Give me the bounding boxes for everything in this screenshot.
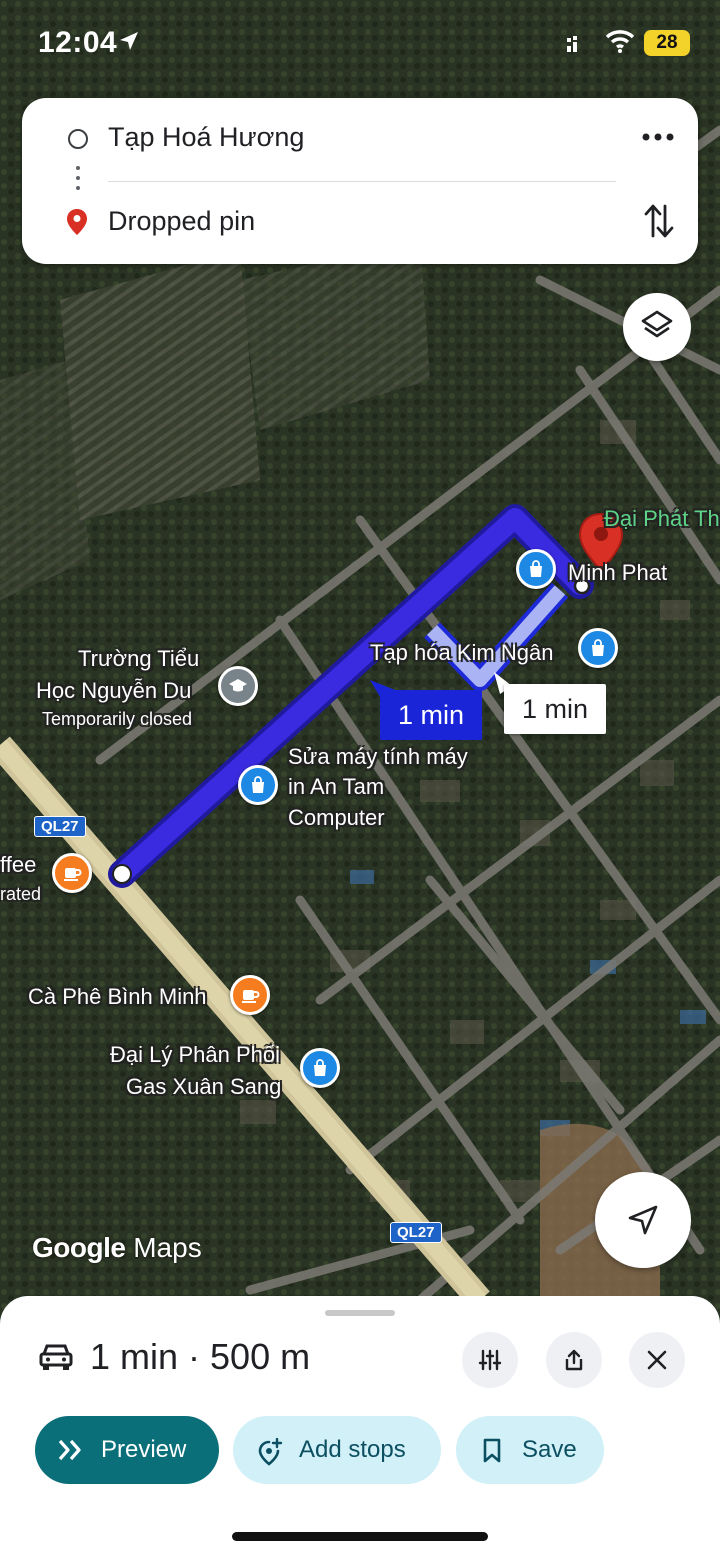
swap-icon[interactable] [642,202,676,240]
place-label[interactable]: Học Nguyễn Du [36,676,191,706]
shopping-bag-icon[interactable] [300,1048,340,1088]
shopping-bag-icon[interactable] [578,628,618,668]
cafe-icon[interactable] [52,853,92,893]
place-label[interactable]: Đại Phát Th [604,504,720,534]
destination-field[interactable]: Dropped pin [108,206,255,237]
place-status: rated [0,884,42,904]
share-button[interactable] [546,1332,602,1388]
save-button[interactable]: Save [456,1416,604,1484]
more-icon[interactable] [638,122,678,152]
place-label[interactable]: Gas Xuân Sang [126,1072,281,1102]
place-label[interactable]: Minh Phat [568,558,667,588]
google-wordmark: Google [32,1232,126,1263]
place-label[interactable]: Trường Tiểu [78,644,199,674]
navigate-icon [628,1205,658,1235]
origin-field[interactable]: Tạp Hoá Hương [108,122,304,153]
maps-wordmark: Maps [133,1232,202,1263]
close-button[interactable] [629,1332,685,1388]
place-label[interactable]: in An Tam [288,772,384,802]
road-badge: QL27 [390,1222,442,1243]
place-label[interactable]: Tạp hóa Kim Ngân [370,638,553,668]
car-icon [39,1344,73,1370]
school-icon[interactable] [218,666,258,706]
home-indicator[interactable] [232,1532,488,1541]
origin-circle-icon [68,129,88,149]
add-stops-label: Add stops [299,1436,406,1463]
alternate-route-eta-label[interactable]: 1 min [504,684,606,734]
wifi-icon [605,30,635,53]
status-time: 12:04 [38,26,118,59]
shopping-bag-icon[interactable] [516,549,556,589]
shopping-bag-icon[interactable] [238,765,278,805]
cafe-icon[interactable] [230,975,270,1015]
place-label[interactable]: Computer [288,803,385,833]
options-icon [478,1349,502,1371]
layers-icon [641,310,673,338]
google-maps-logo: Google Maps [32,1232,202,1264]
sheet-handle[interactable] [325,1310,395,1316]
preview-label: Preview [101,1436,187,1463]
bookmark-icon [483,1438,501,1463]
location-arrow-icon [120,32,138,50]
status-bar: 12:04 28 [0,0,720,90]
signal-icon [567,36,577,52]
preview-icon [58,1439,81,1461]
battery-indicator: 28 [644,30,690,56]
place-label[interactable]: Sửa máy tính máy [288,742,468,772]
recenter-button[interactable] [595,1172,691,1268]
route-summary: 1 min · 500 m [90,1336,311,1377]
place-label[interactable]: Cà Phê Bình Minh [28,982,207,1012]
share-icon [565,1349,583,1371]
route-options-button[interactable] [462,1332,518,1388]
destination-pin-icon [67,209,87,235]
place-label[interactable]: ffee [0,850,36,880]
road-badge: QL27 [34,816,86,837]
add-stops-button[interactable]: Add stops [233,1416,441,1484]
place-label[interactable]: Đại Lý Phân Phối [110,1040,280,1070]
place-status: Temporarily closed [42,709,193,729]
preview-button[interactable]: Preview [35,1416,219,1484]
close-icon [647,1350,667,1370]
directions-sheet: 1 min · 500 m Preview Add stops Save [0,1296,720,1558]
save-label: Save [522,1436,577,1463]
route-dots [75,166,81,196]
layers-button[interactable] [623,293,691,361]
divider [108,181,616,182]
add-stop-icon [258,1438,283,1466]
route-eta-label[interactable]: 1 min [380,690,482,740]
route-search-card: Tạp Hoá Hương Dropped pin [22,98,698,264]
